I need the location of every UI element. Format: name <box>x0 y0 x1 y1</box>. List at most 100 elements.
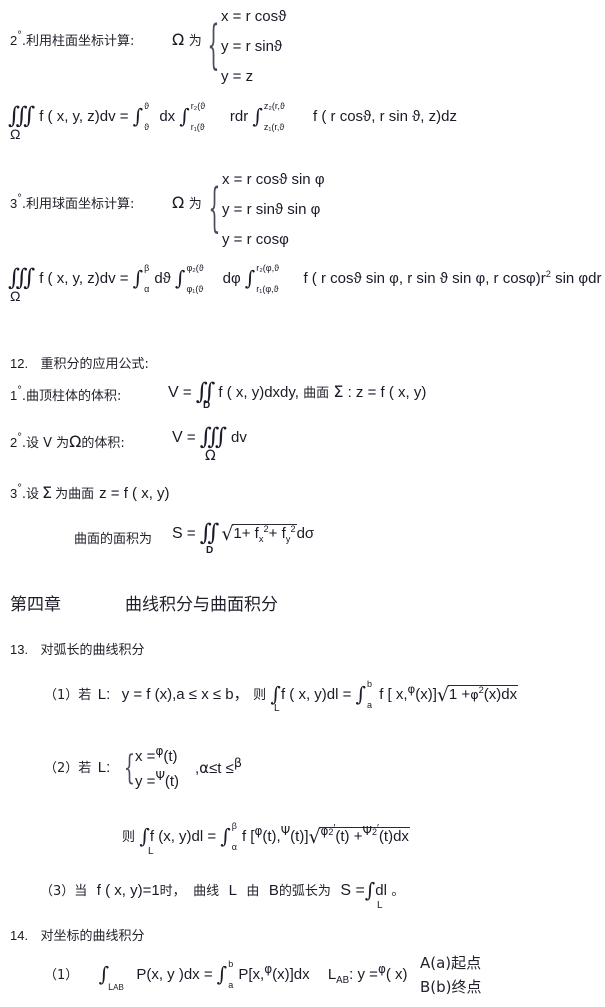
item14-p1-lab: L <box>327 966 337 983</box>
item13-p2-alpha: α <box>199 759 210 777</box>
item13-p1-int-upper: b <box>367 679 373 690</box>
item13-title: 对弧长的曲线积分 <box>40 643 145 658</box>
item13-p1-body: f ( x, y)dl <box>280 686 339 703</box>
triple-integral-icon-3: ∭ <box>199 424 227 450</box>
item13-p2-rhs3: (t)] <box>290 828 309 845</box>
item12-number: 12. <box>10 356 29 371</box>
integral-icon-ab-1: ∫ <box>355 682 367 706</box>
sph-int2-upper: φ₂(ϑ <box>186 263 204 274</box>
sph-int3-upper: r₂(φ,ϑ <box>256 263 280 274</box>
cylindrical-system: x = r cosϑ y = r sinϑ y = z <box>208 2 286 92</box>
item12-sub3-tail: dσ <box>296 525 315 542</box>
item13-p2-L: L: <box>97 759 111 776</box>
item13-p1-label: （1）若 <box>44 688 92 703</box>
item12-sub1-sigma: Σ <box>333 382 344 401</box>
spherical-wei: 为 <box>188 197 202 212</box>
sph-int3-tail: sin φdr <box>550 270 602 287</box>
item13-p2-sys-line-2: y =Ψ(t) <box>135 769 179 794</box>
item14-number: 14. <box>10 928 29 943</box>
spherical-formula: ∭ f ( x, y, z)dv = ∫ β α dϑ ∫ φ₂(ϑ φ₁(ϑ dφ ∫ r… <box>8 263 602 294</box>
item14-heading: 14. 对坐标的曲线积分 <box>10 925 145 945</box>
cyl-int1-body: dx <box>159 108 176 125</box>
spherical-label-line: 3°.利用球面坐标计算: <box>10 193 134 213</box>
item14-p1-phi2: φ <box>377 962 386 976</box>
cylindrical-system-line-1: x = r cosϑ <box>221 8 287 25</box>
item13-p2-body: f (x, y)dl <box>149 828 204 845</box>
sqrt-surface-area: 1+ fx2+ fy2 <box>221 523 297 545</box>
item13-p3-S: S = <box>340 882 365 899</box>
item12-sub3-equals: = <box>186 525 196 542</box>
item13-p3-eq1: =1 <box>142 882 160 899</box>
cylindrical-wei: 为 <box>188 34 202 49</box>
item13-p2-int-sub: L <box>148 846 154 857</box>
item13-p2-prime-b: ′ <box>376 822 379 834</box>
spherical-system: x = r cosϑ sin φ y = r sinϑ sin φ y = r … <box>209 165 325 255</box>
sph-int1-upper: β <box>144 263 150 274</box>
item13-p2-system: x =φ(t) y =Ψ(t) <box>124 744 179 794</box>
item13-p2-beta: β <box>233 756 243 771</box>
item13-p3-period: 。 <box>391 884 405 899</box>
p2-sys1-arg: (t) <box>163 748 178 765</box>
spherical-equals: = <box>119 270 129 287</box>
item13-number: 13. <box>10 642 29 657</box>
cylindrical-formula: ∭ f ( x, y, z)dv = ∫ ϑ ϑ dx ∫ r₂(ϑ r₁(ϑ rdr ∫… <box>8 101 457 132</box>
spherical-formula-body: f ( x, y, z)dv <box>39 270 116 287</box>
sph-int3-body: f ( r cosϑ sin φ, r sin ϑ sin φ, r cosφ)… <box>303 270 546 287</box>
item13-p3-cn1: 曲线 <box>193 884 220 899</box>
integral-icon-4: ∫ <box>132 266 144 290</box>
item12-sub3-label-a: .设 <box>21 487 39 502</box>
item14-p1-colon: : y = <box>349 966 378 983</box>
integral-icon-1: ∫ <box>132 104 144 128</box>
chapter-number: 第四章 <box>10 595 61 615</box>
cylindrical-equals: = <box>119 108 129 125</box>
rad-sub-x: x <box>258 534 264 544</box>
item12-sub3-label-b: 为曲面 <box>55 487 95 502</box>
item12-sub3-label-line: 3°.设 Σ 为曲面 z = f ( x, y) <box>10 483 170 503</box>
item13-p1-rhs2: (x)] <box>415 686 437 703</box>
item13-p2-cond: ,α≤t ≤β <box>195 756 243 777</box>
item13-p2-ze: 则 <box>122 830 136 845</box>
item14-p1-lab-sub: AB <box>336 975 350 986</box>
integral-icon-6: ∫ <box>244 266 256 290</box>
item12-sub3-formula: S = ∬1+ fx2+ fy2dσ <box>172 522 315 546</box>
item12-sub3-area-label: 曲面的面积为 <box>74 528 152 548</box>
document-page: 2°.利用柱面坐标计算: Ω 为 x = r cosϑ y = r sinϑ y… <box>0 0 605 1007</box>
item13-p2-formula: 则 ∫f (x, y)dl = ∫βα f [φ(t),Ψ(t)]φ2′(t) … <box>122 821 410 852</box>
item14-p1-int1-sub: LAB <box>108 982 124 992</box>
item12-sub3-S: S <box>172 525 183 542</box>
item12-sub3-area-label-text: 曲面的面积为 <box>74 532 153 547</box>
integral-icon-5: ∫ <box>175 266 186 290</box>
spherical-omega-line: Ω 为 <box>172 193 202 213</box>
cylindrical-formula-domain: Ω <box>10 126 21 142</box>
item13-p3-L: L <box>228 882 237 899</box>
integral-icon-ab-2: ∫ <box>220 824 231 848</box>
rad-part-1: 1+ f <box>233 525 259 542</box>
item12-sub1-tail-math: : z = f ( x, y) <box>347 384 427 401</box>
integral-icon-L2: ∫ <box>139 824 150 848</box>
item13-p2-int-upper: β <box>231 821 237 832</box>
item12-sub2-formula: V = ∭ dv <box>172 426 247 449</box>
cylindrical-formula-body: f ( x, y, z)dv <box>39 108 116 125</box>
double-integral-icon-2: ∬ <box>199 520 219 546</box>
spherical-system-line-1: x = r cosϑ sin φ <box>222 171 325 188</box>
spherical-label: .利用球面坐标计算: <box>21 197 135 212</box>
item12-sub3-sigma: Σ <box>41 483 53 502</box>
item13-p1-cond: y = f (x),a ≤ x ≤ b， <box>121 686 249 703</box>
sph-int3-lower: r₁(φ,ϑ <box>256 284 279 295</box>
item13-p1-int-lower: a <box>367 700 373 711</box>
item13-p2-le: ≤t ≤ <box>209 760 234 777</box>
item14-p1-phi2-arg: ( x) <box>385 966 408 983</box>
sph-int1-body: dϑ <box>154 270 171 287</box>
cyl-int1-upper: ϑ <box>144 101 150 112</box>
cylindrical-system-line-3: y = z <box>221 68 254 85</box>
item12-sub1-domain: D <box>203 400 211 411</box>
cylindrical-omega-line: Ω 为 <box>172 30 202 50</box>
item12-sub3-math: z = f ( x, y) <box>99 485 170 502</box>
item12-sub1-equals: = <box>182 384 192 401</box>
cyl-int3-lower: z₁(r,ϑ <box>263 122 285 133</box>
item14-p1-int-lower: a <box>228 980 234 991</box>
item13-heading: 13. 对弧长的曲线积分 <box>10 639 145 659</box>
item14-p1-rhs: P[x, <box>238 966 265 983</box>
item12-sub2-label-b: 的体积: <box>81 436 125 451</box>
rad-exp-2b: 2 <box>290 524 296 534</box>
